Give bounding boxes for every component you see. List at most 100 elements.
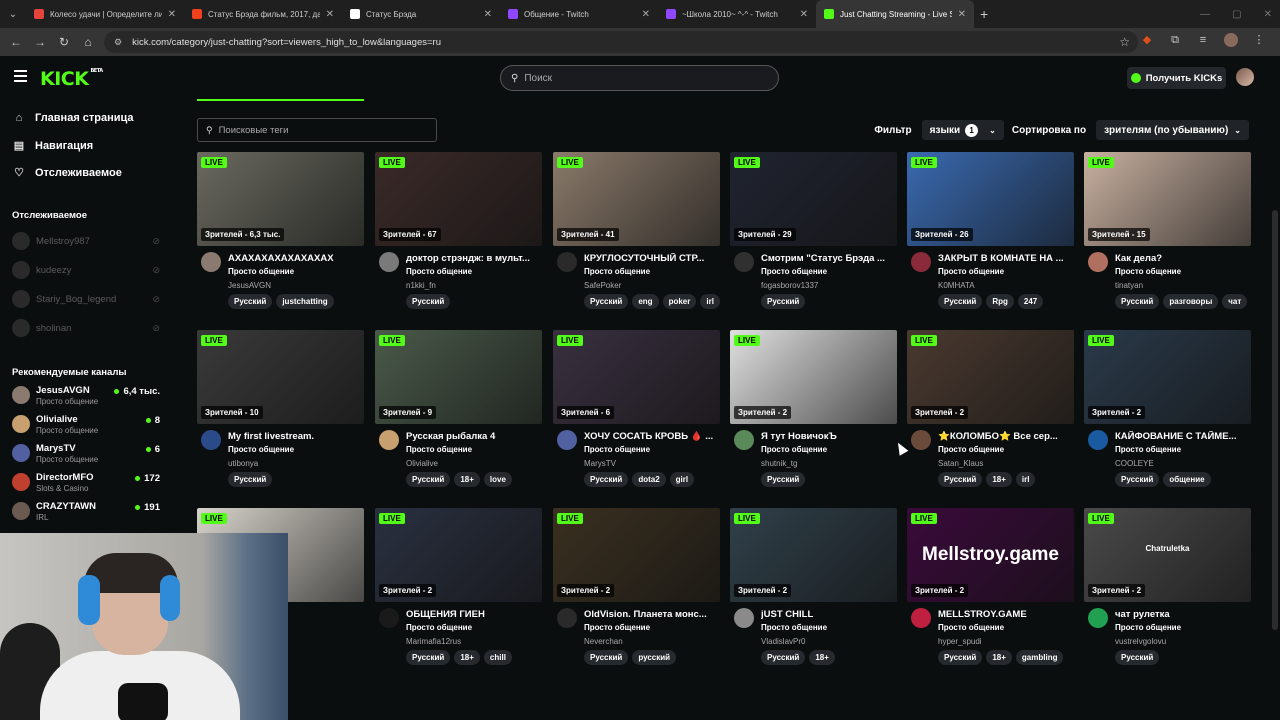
streamer-name[interactable]: SafePoker <box>584 281 621 290</box>
avatar[interactable] <box>734 608 754 628</box>
stream-thumbnail[interactable]: LIVE Зрителей - 41 <box>553 152 720 246</box>
tag-chip[interactable]: Русский <box>584 472 629 487</box>
avatar[interactable] <box>734 430 754 450</box>
stream-category[interactable]: Просто общение <box>938 623 1004 632</box>
stream-title[interactable]: ЗАКРЫТ В КОМНАТЕ НА ... <box>938 253 1074 264</box>
stream-category[interactable]: Просто общение <box>584 445 650 454</box>
tag-chip[interactable]: русский <box>632 650 677 665</box>
avatar[interactable] <box>557 252 577 272</box>
stream-thumbnail[interactable]: LIVE Chatruletka Зрителей - 2 <box>1084 508 1251 602</box>
stream-category[interactable]: Просто общение <box>584 623 650 632</box>
user-avatar[interactable] <box>1236 68 1254 86</box>
stream-thumbnail[interactable]: LIVE Зрителей - 2 <box>1084 330 1251 424</box>
search-input[interactable]: ⚲ Поиск <box>500 65 779 91</box>
kick-logo[interactable]: KICK BETA <box>40 68 103 90</box>
tag-chip[interactable]: Русский <box>406 472 451 487</box>
recommended-channel[interactable]: Olivialive Просто общение 8 <box>12 412 160 438</box>
stream-title[interactable]: jUST CHILL <box>761 609 897 620</box>
tag-chip[interactable]: eng <box>632 294 659 309</box>
browser-tab[interactable]: Общение - Twitch ✕ <box>500 0 658 28</box>
tag-chip[interactable]: 18+ <box>454 650 480 665</box>
streamer-name[interactable]: Marimafia12rus <box>406 637 461 646</box>
streamer-name[interactable]: vustrelvgolovu <box>1115 637 1166 646</box>
tag-chip[interactable]: Русский <box>938 650 983 665</box>
stream-thumbnail[interactable]: LIVE Зрителей - 26 <box>907 152 1074 246</box>
streamer-name[interactable]: n1kki_fn <box>406 281 436 290</box>
tag-chip[interactable]: chill <box>483 650 512 665</box>
stream-category[interactable]: Просто общение <box>938 267 1004 276</box>
recommended-channel[interactable]: DirectorMFO Slots & Casino 172 <box>12 470 160 496</box>
stream-title[interactable]: КРУГЛОСУТОЧНЫЙ СТР... <box>584 253 720 264</box>
tag-chip[interactable]: 18+ <box>986 650 1012 665</box>
tag-chip[interactable]: 247 <box>1017 294 1044 309</box>
browser-tab[interactable]: ~Школа 2010~ ^-^ - Twitch ✕ <box>658 0 816 28</box>
stream-category[interactable]: Просто общение <box>584 267 650 276</box>
stream-title[interactable]: Русская рыбалка 4 <box>406 431 542 442</box>
avatar[interactable] <box>734 252 754 272</box>
tag-chip[interactable]: Русский <box>584 650 629 665</box>
streamer-name[interactable]: Satan_Klaus <box>938 459 983 468</box>
maximize-icon[interactable]: ▢ <box>1232 9 1241 20</box>
stream-title[interactable]: Как дела? <box>1115 253 1251 264</box>
tag-chip[interactable]: Русский <box>938 472 983 487</box>
avatar[interactable] <box>1088 252 1108 272</box>
streamer-name[interactable]: K0MHATA <box>938 281 975 290</box>
stream-title[interactable]: чат рулетка <box>1115 609 1251 620</box>
stream-title[interactable]: Я тут НовичокЪ <box>761 431 897 442</box>
stream-thumbnail[interactable]: LIVE Зрителей - 15 <box>1084 152 1251 246</box>
stream-category[interactable]: Просто общение <box>761 445 827 454</box>
stream-thumbnail[interactable]: LIVE Зрителей - 2 <box>907 330 1074 424</box>
new-tab-button[interactable]: + <box>980 6 988 22</box>
stream-title[interactable]: OldVision. Планета монс... <box>584 609 720 620</box>
stream-category[interactable]: Просто общение <box>1115 623 1181 632</box>
avatar[interactable] <box>1088 430 1108 450</box>
tag-chip[interactable]: girl <box>669 472 695 487</box>
stream-thumbnail[interactable]: LIVE Зрителей - 9 <box>375 330 542 424</box>
avatar[interactable] <box>379 608 399 628</box>
minimize-icon[interactable]: — <box>1200 9 1210 20</box>
close-tab-icon[interactable]: ✕ <box>484 9 492 20</box>
close-tab-icon[interactable]: ✕ <box>642 9 650 20</box>
stream-category[interactable]: Просто общение <box>406 267 472 276</box>
back-icon[interactable]: ← <box>4 35 28 49</box>
stream-title[interactable]: Смотрим "Статус Брэда ... <box>761 253 897 264</box>
streamer-name[interactable]: fogasborov1337 <box>761 281 818 290</box>
following-item[interactable]: kudeezy ⊘ <box>12 261 160 279</box>
stream-category[interactable]: Просто общение <box>406 445 472 454</box>
tag-chip[interactable]: poker <box>662 294 697 309</box>
stream-thumbnail[interactable]: LIVE Зрителей - 6,3 тыс. <box>197 152 364 246</box>
get-kicks-button[interactable]: Получить KICKs <box>1127 67 1226 89</box>
tag-chip[interactable]: Русский <box>406 650 451 665</box>
avatar[interactable] <box>379 430 399 450</box>
avatar[interactable] <box>557 608 577 628</box>
stream-title[interactable]: ⭐КОЛОМБО⭐ Все сер... <box>938 431 1074 442</box>
menu-dots-icon[interactable]: ⋮ <box>1252 33 1266 47</box>
puzzle-icon[interactable]: ⧉ <box>1168 33 1182 47</box>
stream-thumbnail[interactable]: LIVE Зрителей - 10 <box>197 330 364 424</box>
tag-chip[interactable]: 18+ <box>454 472 480 487</box>
stream-title[interactable]: My first livestream. <box>228 431 364 442</box>
streamer-name[interactable]: utibonya <box>228 459 258 468</box>
tag-chip[interactable]: общение <box>1163 472 1211 487</box>
stream-category[interactable]: Просто общение <box>228 267 294 276</box>
stream-thumbnail[interactable]: LIVE Зрителей - 2 <box>730 330 897 424</box>
tag-chip[interactable]: Русский <box>1115 472 1160 487</box>
streamer-name[interactable]: tinatyan <box>1115 281 1143 290</box>
tag-chip[interactable]: разговоры <box>1163 294 1219 309</box>
close-window-icon[interactable]: ✕ <box>1264 9 1272 20</box>
stream-category[interactable]: Просто общение <box>1115 445 1181 454</box>
tag-chip[interactable]: irl <box>1015 472 1036 487</box>
avatar[interactable] <box>379 252 399 272</box>
browser-tab[interactable]: Статус Брэда ✕ <box>342 0 500 28</box>
sidebar-item-following[interactable]: ♡ Отслеживаемое <box>12 166 122 180</box>
browser-tab[interactable]: Статус Брэда фильм, 2017, дат ✕ <box>184 0 342 28</box>
stream-thumbnail[interactable]: LIVE Mellstroy.game Зрителей - 2 <box>907 508 1074 602</box>
stream-category[interactable]: Просто общение <box>406 623 472 632</box>
sidebar-item-browse[interactable]: ▤ Навигация <box>12 139 93 153</box>
streamer-name[interactable]: Olivialive <box>406 459 438 468</box>
streamer-name[interactable]: shutnik_tg <box>761 459 797 468</box>
tag-chip[interactable]: 18+ <box>809 650 835 665</box>
stream-title[interactable]: ХОЧУ СОСАТЬ КРОВЬ 🩸 ... <box>584 431 720 442</box>
tag-chip[interactable]: Русский <box>1115 294 1160 309</box>
close-tab-icon[interactable]: ✕ <box>326 9 334 20</box>
